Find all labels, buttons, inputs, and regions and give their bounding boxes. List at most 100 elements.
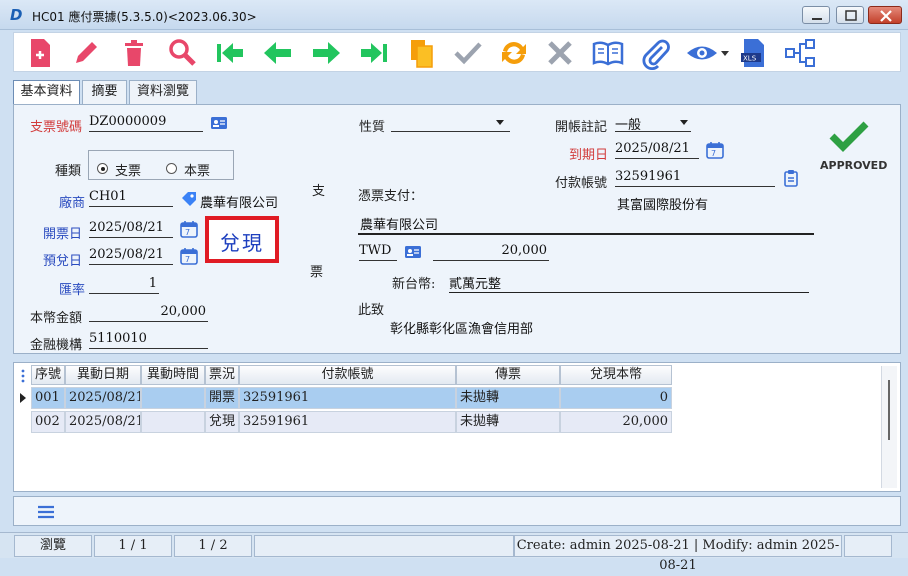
chevron-down-icon: [496, 120, 504, 125]
column-menu-icon[interactable]: [19, 368, 29, 384]
check-no-label: 支票號碼: [30, 120, 83, 135]
calendar-icon[interactable]: 7: [706, 141, 724, 159]
column-header[interactable]: 異動日期: [65, 365, 141, 385]
last-record-icon[interactable]: [356, 35, 392, 71]
words-label: 新台幣:: [392, 277, 436, 292]
rate-field[interactable]: 1: [89, 276, 159, 294]
tab-data-browse[interactable]: 資料瀏覽: [129, 80, 197, 104]
edit-pencil-icon[interactable]: [68, 35, 104, 71]
status-page-1: 1 / 1: [94, 535, 172, 557]
radio-promissory-label: 本票: [184, 164, 211, 179]
redeemed-stamp-text: 兌現: [220, 231, 264, 255]
refresh-icon[interactable]: [496, 35, 532, 71]
table-cell[interactable]: 001: [31, 387, 65, 409]
maturity-field[interactable]: 2025/08/21: [615, 141, 699, 159]
next-record-icon[interactable]: [308, 35, 344, 71]
svg-text:7: 7: [185, 228, 190, 237]
radio-check[interactable]: [97, 163, 108, 174]
maximize-button[interactable]: [836, 6, 864, 24]
issue-date-field[interactable]: 2025/08/21: [89, 220, 173, 238]
contact-card-icon[interactable]: [210, 115, 228, 131]
due-date-label: 預兌日: [43, 254, 83, 269]
svg-text:7: 7: [711, 149, 716, 158]
tag-icon[interactable]: [180, 190, 198, 206]
menu-hamburger-icon[interactable]: [36, 504, 56, 520]
previous-record-icon[interactable]: [260, 35, 296, 71]
pay-to-label: 憑票支付：: [358, 189, 424, 204]
view-dropdown-chevron-icon[interactable]: [720, 47, 730, 57]
chevron-down-icon: [680, 120, 688, 125]
maturity-label: 到期日: [569, 148, 609, 163]
copy-document-icon[interactable]: [404, 35, 440, 71]
book-icon[interactable]: [590, 35, 626, 71]
type-label: 種類: [55, 164, 82, 179]
check-side-char-2: 票: [310, 265, 324, 280]
table-cell[interactable]: 未拋轉: [456, 387, 560, 409]
radio-promissory[interactable]: [166, 163, 177, 174]
calendar-icon[interactable]: 7: [180, 247, 198, 265]
new-document-icon[interactable]: [22, 35, 58, 71]
currency-field[interactable]: TWD: [359, 243, 397, 261]
column-header[interactable]: 異動時間: [141, 365, 205, 385]
check-no-field[interactable]: DZ0000009: [89, 114, 203, 132]
table-cell[interactable]: 未拋轉: [456, 411, 560, 433]
pay-account-owner: 其富國際股份有: [617, 198, 709, 213]
status-spacer: [254, 535, 514, 557]
table-cell[interactable]: 2025/08/21: [65, 411, 141, 433]
tab-summary[interactable]: 摘要: [82, 80, 127, 104]
table-cell[interactable]: 2025/08/21: [65, 387, 141, 409]
table-cell[interactable]: [141, 411, 205, 433]
toolbar: XLS: [13, 32, 901, 72]
table-cell[interactable]: 0: [560, 387, 672, 409]
status-bar: 瀏覽 1 / 1 1 / 2 Create: admin 2025-08-21 …: [0, 532, 908, 573]
tab-basic-info[interactable]: 基本資料: [13, 80, 80, 105]
current-row-arrow-icon: [19, 392, 27, 403]
search-icon[interactable]: [164, 35, 200, 71]
words-line: [449, 292, 809, 293]
due-date-field[interactable]: 2025/08/21: [89, 247, 173, 265]
workflow-tree-icon[interactable]: [782, 35, 818, 71]
clipboard-icon[interactable]: [782, 169, 800, 187]
contact-card-icon[interactable]: [404, 244, 422, 260]
minimize-button[interactable]: [802, 6, 830, 24]
column-header[interactable]: 票況: [205, 365, 239, 385]
delete-trash-icon[interactable]: [116, 35, 152, 71]
cancel-x-icon[interactable]: [542, 35, 578, 71]
bank-field[interactable]: 5110010: [89, 331, 208, 349]
table-cell[interactable]: 兌現: [205, 411, 239, 433]
status-extra: [844, 535, 892, 557]
payee-line: [358, 233, 814, 235]
first-record-icon[interactable]: [212, 35, 248, 71]
vendor-code-field[interactable]: CH01: [89, 189, 173, 207]
column-header[interactable]: 兌現本幣: [560, 365, 672, 385]
table-cell[interactable]: 32591961: [239, 411, 456, 433]
open-note-value: 一般: [615, 118, 642, 133]
attachment-paperclip-icon[interactable]: [638, 35, 674, 71]
table-scrollbar[interactable]: [881, 366, 897, 488]
export-excel-icon[interactable]: XLS: [736, 35, 772, 71]
amount-in-words: 貳萬元整: [449, 277, 502, 292]
radio-check-label: 支票: [115, 164, 142, 179]
calendar-icon[interactable]: 7: [180, 220, 198, 238]
table-cell[interactable]: 32591961: [239, 387, 456, 409]
column-header[interactable]: 傳票: [456, 365, 560, 385]
close-button[interactable]: [868, 6, 902, 24]
confirm-check-icon[interactable]: [450, 35, 486, 71]
table-cell[interactable]: 20,000: [560, 411, 672, 433]
view-eye-icon[interactable]: [684, 35, 720, 71]
table-cell[interactable]: [141, 387, 205, 409]
vendor-label: 廠商: [59, 196, 86, 211]
column-header[interactable]: 序號: [31, 365, 65, 385]
table-cell[interactable]: 開票: [205, 387, 239, 409]
check-amount-field[interactable]: 20,000: [433, 243, 549, 261]
table-cell[interactable]: 002: [31, 411, 65, 433]
scrollbar-thumb[interactable]: [888, 380, 890, 440]
pay-account-field[interactable]: 32591961: [615, 169, 775, 187]
nature-select[interactable]: [391, 114, 510, 132]
app-logo: D: [10, 6, 23, 24]
local-amount-field[interactable]: 20,000: [89, 304, 208, 322]
bottom-bar: [13, 496, 901, 526]
column-header[interactable]: 付款帳號: [239, 365, 456, 385]
open-note-select[interactable]: 一般: [615, 114, 691, 133]
svg-text:7: 7: [185, 255, 190, 264]
